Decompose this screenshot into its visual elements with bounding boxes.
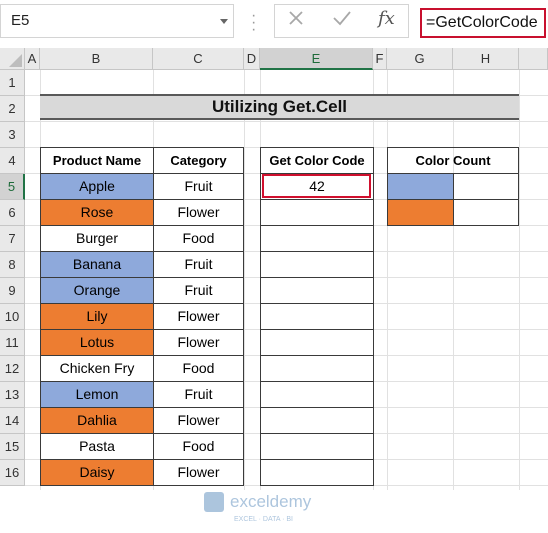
category-cell[interactable]: Flower [153,459,244,486]
name-box[interactable]: E5 [0,4,234,38]
row-header-12[interactable]: 12 [0,356,25,382]
row-header-3[interactable]: 3 [0,122,25,148]
watermark-tagline: EXCEL · DATA · BI [234,516,293,523]
color-code-cell[interactable] [260,225,374,252]
formula-input[interactable]: =GetColorCode [420,8,546,38]
column-header-c[interactable]: C [153,48,244,70]
row-header-10[interactable]: 10 [0,304,25,330]
gridline [387,70,388,490]
row-header-15[interactable]: 15 [0,434,25,460]
product-name-cell[interactable]: Lotus [40,329,154,356]
color-code-cell[interactable] [260,251,374,278]
active-cell-e5[interactable] [262,174,371,198]
product-name-cell[interactable]: Lily [40,303,154,330]
color-count-value[interactable] [453,199,519,226]
gridline [519,70,520,490]
header-color-count[interactable]: Color Count [387,147,519,174]
row-header-4[interactable]: 4 [0,148,25,174]
category-cell[interactable]: Fruit [153,173,244,200]
row-header-9[interactable]: 9 [0,278,25,304]
color-code-cell[interactable] [260,277,374,304]
category-cell[interactable]: Fruit [153,251,244,278]
row-header-14[interactable]: 14 [0,408,25,434]
product-name-cell[interactable]: Burger [40,225,154,252]
row-header-11[interactable]: 11 [0,330,25,356]
color-count-value[interactable] [453,173,519,200]
header-category[interactable]: Category [153,147,244,174]
row-header-8[interactable]: 8 [0,252,25,278]
category-cell[interactable]: Flower [153,303,244,330]
category-cell[interactable]: Food [153,355,244,382]
row-header-16[interactable]: 16 [0,460,25,486]
color-code-cell[interactable] [260,329,374,356]
select-all-corner[interactable] [0,48,25,70]
row-header-1[interactable]: 1 [0,70,25,96]
column-header-a[interactable]: A [25,48,40,70]
column-header-e[interactable]: E [260,48,373,70]
product-name-cell[interactable]: Lemon [40,381,154,408]
row-header-5[interactable]: 5 [0,174,25,200]
x-icon[interactable] [287,9,305,33]
category-cell[interactable]: Food [153,433,244,460]
product-name-cell[interactable]: Banana [40,251,154,278]
product-name-cell[interactable]: Daisy [40,459,154,486]
product-name-cell[interactable]: Orange [40,277,154,304]
row-header-7[interactable]: 7 [0,226,25,252]
category-cell[interactable]: Flower [153,329,244,356]
color-code-cell[interactable] [260,199,374,226]
formula-bar: E5 · · · fx =GetColorCode [0,0,548,44]
header-get-color-code[interactable]: Get Color Code [260,147,374,174]
formula-text: =GetColorCode [426,14,538,31]
category-cell[interactable]: Flower [153,407,244,434]
gridline [244,70,245,490]
color-code-cell[interactable] [260,433,374,460]
row-header-13[interactable]: 13 [0,382,25,408]
product-name-cell[interactable]: Dahlia [40,407,154,434]
formula-buttons: fx [274,4,409,38]
color-code-cell[interactable] [260,381,374,408]
product-name-cell[interactable]: Apple [40,173,154,200]
category-cell[interactable]: Fruit [153,277,244,304]
color-code-cell[interactable] [260,459,374,486]
watermark-brand: exceldemy [230,492,312,511]
row-header-2[interactable]: 2 [0,96,25,122]
color-code-cell[interactable] [260,303,374,330]
product-name-cell[interactable]: Chicken Fry [40,355,154,382]
category-cell[interactable]: Flower [153,199,244,226]
chevron-down-icon[interactable] [220,19,228,24]
exceldemy-watermark: exceldemy EXCEL · DATA · BI [200,488,350,528]
check-icon[interactable] [332,9,352,33]
column-header-b[interactable]: B [40,48,153,70]
logo-mark [204,492,224,512]
name-box-value: E5 [11,12,30,29]
color-code-cell[interactable] [260,355,374,382]
category-cell[interactable]: Food [153,225,244,252]
category-cell[interactable]: Fruit [153,381,244,408]
fx-icon[interactable]: fx [378,8,395,29]
column-header-h[interactable]: H [453,48,519,70]
color-count-swatch-orange[interactable] [387,199,454,226]
color-code-cell[interactable] [260,407,374,434]
product-name-cell[interactable]: Rose [40,199,154,226]
header-product-name[interactable]: Product Name [40,147,154,174]
column-header-d[interactable]: D [244,48,260,70]
drag-handle-icon[interactable]: · · · [251,8,256,38]
worksheet: A B C D E F G H 1 2 3 4 5 6 7 8 9 10 11 … [0,48,548,523]
gridline [453,70,454,490]
column-header-f[interactable]: F [373,48,387,70]
gridline [25,121,548,122]
sheet-title[interactable]: Utilizing Get.Cell [40,94,519,120]
column-header-g[interactable]: G [387,48,453,70]
product-name-cell[interactable]: Pasta [40,433,154,460]
color-count-swatch-blue[interactable] [387,173,454,200]
row-header-6[interactable]: 6 [0,200,25,226]
column-header-i[interactable] [519,48,548,70]
